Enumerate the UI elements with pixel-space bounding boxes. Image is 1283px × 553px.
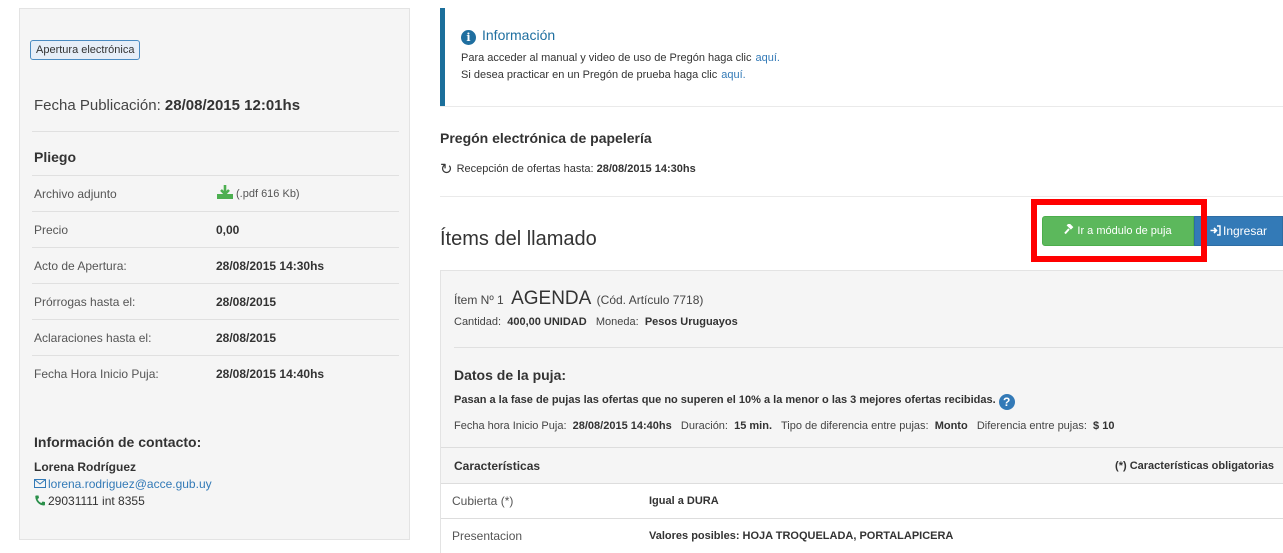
manual-link[interactable]: aquí. [755,52,779,64]
item-panel: Ítem Nº 1 AGENDA (Cód. Artículo 7718) Ca… [440,270,1283,553]
bid-description: Pasan a la fase de pujas las ofertas que… [454,394,1015,410]
envelope-icon [34,479,46,488]
contact-phone: 29031111 int 8355 [34,494,145,508]
sign-in-icon [1210,225,1221,236]
info-icon: i [461,30,476,45]
divider [440,106,1283,107]
divider [32,131,399,132]
bid-data-title: Datos de la puja: [454,367,567,383]
characteristics-header: Características (*) Características obli… [441,447,1283,483]
characteristic-row: Presentacion Valores posibles: HOJA TROQ… [441,518,1283,553]
info-practice-line: Si desea practicar en un Pregón de prueb… [461,69,746,81]
characteristic-row: Cubierta (*) Igual a DURA [441,483,1283,518]
info-callout: i Información Para acceder al manual y vi… [440,8,1283,106]
reception-deadline: ↻ Recepción de ofertas hasta: 28/08/2015 … [440,160,696,178]
pliego-row-prorrogas: Prórrogas hasta el: 28/08/2015 [32,283,399,319]
apertura-badge: Apertura electrónica [30,40,141,60]
practice-link[interactable]: aquí. [721,69,745,81]
item-name: AGENDA [511,288,592,309]
pliego-row-precio: Precio 0,00 [32,211,399,247]
contact-name: Lorena Rodríguez [34,460,137,474]
pliego-panel: Apertura electrónica Fecha Publicación: … [19,8,410,540]
gavel-icon [1064,222,1074,235]
phone-icon [35,495,45,506]
publication-date: Fecha Publicación: 28/08/2015 12:01hs [34,97,301,114]
divider [454,347,1283,348]
pliego-row-inicio-puja: Fecha Hora Inicio Puja: 28/08/2015 14:40… [32,355,399,391]
go-to-bid-module-button[interactable]: Ir a módulo de puja [1042,216,1194,246]
item-heading: Ítem Nº 1 AGENDA (Cód. Artículo 7718) [454,288,704,309]
pliego-row-aclaraciones: Aclaraciones hasta el: 28/08/2015 [32,319,399,355]
pliego-title: Pliego [34,149,77,165]
download-icon [217,185,233,199]
info-manual-line: Para acceder al manual y video de uso de… [461,52,780,64]
contact-title: Información de contacto: [34,434,202,450]
pliego-row-apertura: Acto de Apertura: 28/08/2015 14:30hs [32,247,399,283]
divider [440,196,1283,197]
bid-details: Fecha hora Inicio Puja: 28/08/2015 14:40… [454,420,1115,432]
items-title: Ítems del llamado [440,228,597,250]
login-button[interactable]: Ingresar [1194,216,1283,246]
contact-email-link[interactable]: lorena.rodriguez@acce.gub.uy [34,477,212,491]
help-icon[interactable]: ? [998,394,1015,410]
page-title: Pregón electrónica de papelería [440,130,652,146]
pliego-row-archivo: Archivo adjunto (.pdf 616 Kb) [32,175,399,211]
info-heading: i Información [461,27,555,45]
item-quantity: Cantidad: 400,00 UNIDAD Moneda: Pesos Ur… [454,316,738,328]
download-attachment-link[interactable]: (.pdf 616 Kb) [216,176,300,212]
refresh-icon: ↻ [440,160,453,178]
